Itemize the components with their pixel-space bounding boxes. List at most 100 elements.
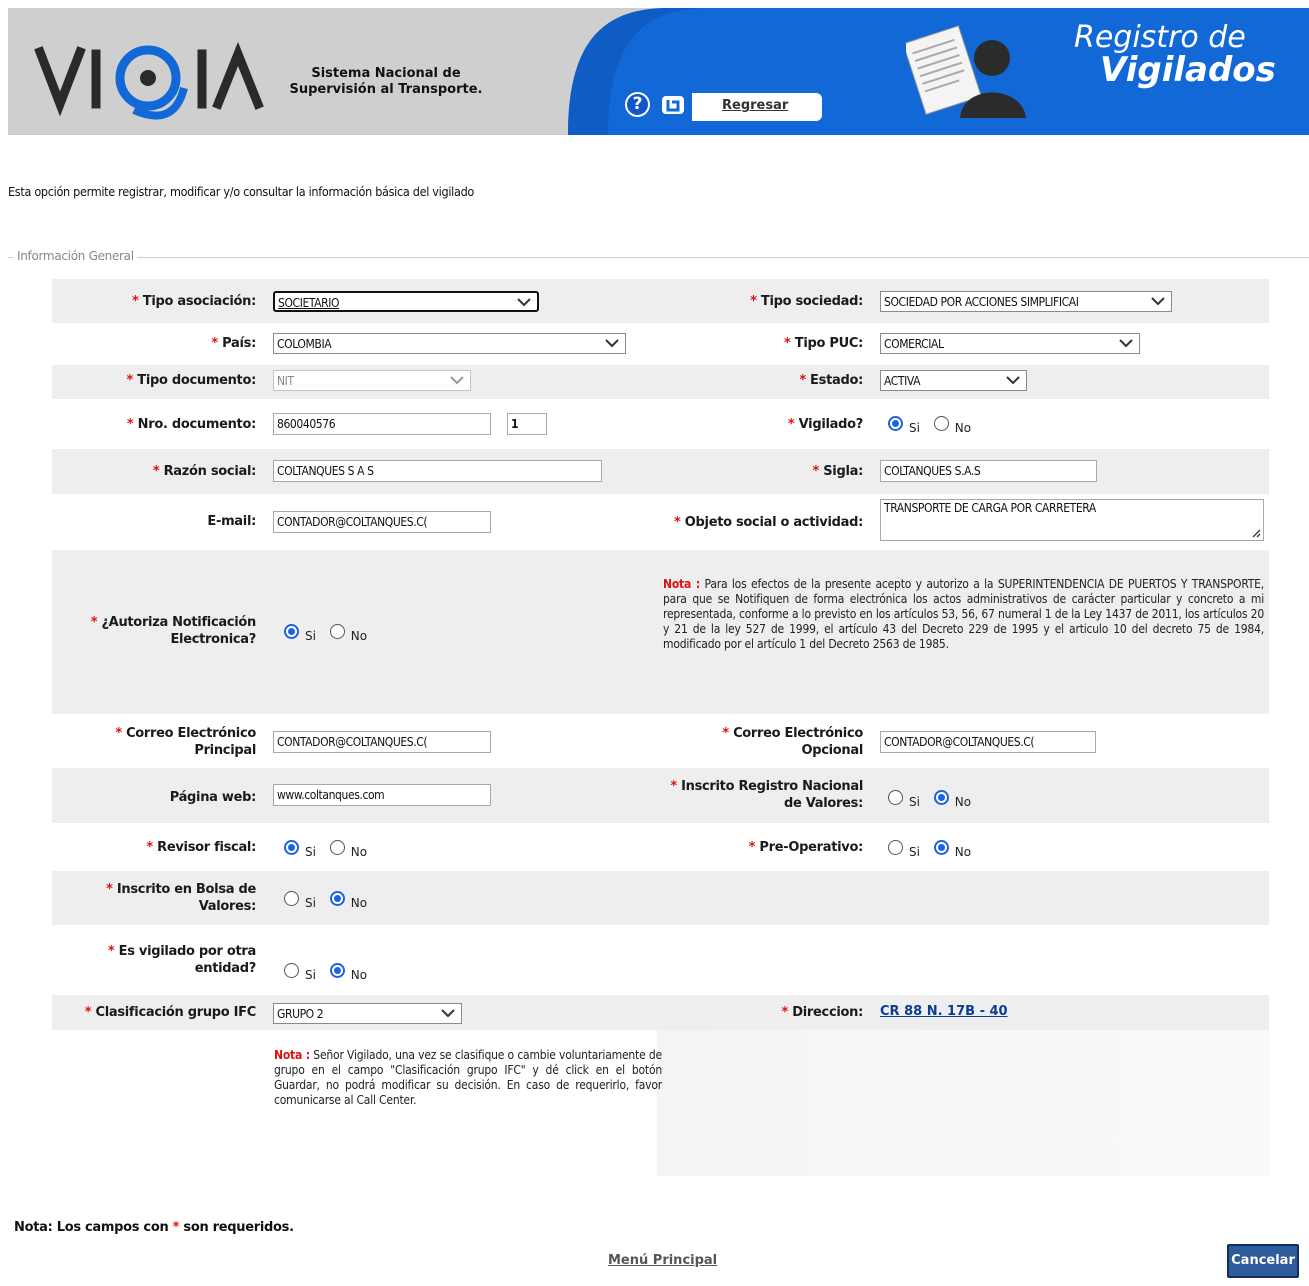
chevron-down-icon — [1006, 376, 1020, 385]
row-filler — [657, 1030, 1269, 1176]
tipo-puc-select[interactable]: COMERCIAL — [880, 333, 1140, 354]
tipo-asociacion-label: * Tipo asociación: — [132, 294, 256, 309]
form-row: * Razón social: COLTANQUES S A S * Sigla… — [52, 449, 1269, 494]
form-row: * ¿Autoriza Notificación Electronica? Si… — [52, 550, 1269, 714]
cancel-button[interactable]: Cancelar — [1227, 1244, 1299, 1278]
form-row: Página web: www.coltanques.com * Inscrit… — [52, 768, 1269, 823]
radio-label-si: Si — [305, 629, 316, 643]
chevron-down-icon — [1119, 339, 1133, 348]
grupo-ifc-select[interactable]: GRUPO 2 — [273, 1003, 462, 1024]
system-name: Sistema Nacional de Supervisión al Trans… — [289, 66, 483, 97]
bolsa-si-radio[interactable] — [284, 891, 299, 906]
fieldset-legend: Información General — [14, 249, 137, 263]
radio-label-si: Si — [305, 968, 316, 982]
registro-valores-no-radio[interactable] — [933, 790, 949, 805]
sigla-input[interactable]: COLTANQUES S.A.S — [880, 460, 1097, 482]
radio-label-si: Si — [909, 795, 920, 809]
correo-opcional-input[interactable]: CONTADOR@COLTANQUES.C( — [880, 731, 1096, 753]
autoriza-no-radio[interactable] — [329, 624, 345, 639]
correo-opcional-label: * Correo Electrónico Opcional — [722, 726, 863, 758]
pais-label: * País: — [211, 336, 256, 351]
vigia-logo — [34, 41, 264, 120]
form-row: * Tipo documento: NIT * Estado: ACTIVA — [52, 365, 1269, 399]
form-row: * Es vigilado por otra entidad? Si No — [52, 925, 1269, 995]
registro-valores-si-radio[interactable] — [888, 790, 903, 805]
revisor-no-radio[interactable] — [329, 840, 345, 855]
revisor-fiscal-label: * Revisor fiscal: — [146, 840, 256, 855]
pre-operativo-radio-group: Si No — [888, 840, 981, 860]
pagina-web-input[interactable]: www.coltanques.com — [273, 784, 491, 806]
otra-entidad-radio-group: Si No — [284, 963, 377, 983]
title-line-2: Vigilados — [1100, 50, 1276, 90]
chevron-down-icon — [450, 376, 464, 385]
digito-verificacion-input[interactable]: 1 — [507, 413, 547, 435]
otra-entidad-no-radio[interactable] — [329, 963, 345, 978]
tipo-asociacion-select[interactable]: SOCIETARIO — [273, 291, 539, 312]
form-row: * Correo Electrónico Principal CONTADOR@… — [52, 714, 1269, 768]
nro-documento-label: * Nro. documento: — [126, 417, 256, 432]
menu-principal-link[interactable]: Menú Principal — [608, 1253, 717, 1268]
help-icon[interactable]: ? — [625, 92, 650, 117]
vigilado-radio-group: Si No — [888, 416, 981, 436]
objeto-social-textarea[interactable]: TRANSPORTE DE CARGA POR CARRETERA — [880, 499, 1264, 541]
autoriza-si-radio[interactable] — [284, 624, 299, 639]
autoriza-notificacion-radio-group: Si No — [284, 624, 377, 644]
vigilado-no-radio[interactable] — [933, 416, 949, 431]
nota-ifc: Nota : Señor Vigilado, una vez se clasif… — [274, 1048, 662, 1107]
bolsa-no-radio[interactable] — [329, 891, 345, 906]
required-fields-note: Nota: Los campos con * son requeridos. — [14, 1220, 294, 1235]
radio-label-no: No — [954, 795, 972, 809]
form-row: Nota : Señor Vigilado, una vez se clasif… — [52, 1030, 1269, 1176]
radio-label-no: No — [350, 968, 368, 982]
radio-label-no: No — [350, 896, 368, 910]
radio-label-no: No — [350, 629, 368, 643]
direccion-link[interactable]: CR 88 N. 17B - 40 — [880, 1004, 1008, 1019]
autoriza-notificacion-label: * ¿Autoriza Notificación Electronica? — [90, 615, 257, 647]
chevron-down-icon — [441, 1009, 455, 1018]
objeto-social-label: * Objeto social o actividad: — [674, 515, 863, 530]
fieldset-border — [8, 257, 1309, 258]
correo-principal-input[interactable]: CONTADOR@COLTANQUES.C( — [273, 731, 491, 753]
email-input[interactable]: CONTADOR@COLTANQUES.C( — [273, 511, 491, 533]
vigilado-si-radio[interactable] — [888, 416, 903, 431]
radio-label-no: No — [350, 845, 368, 859]
vigilado-label: * Vigilado? — [787, 417, 863, 432]
resize-handle-icon[interactable] — [1251, 528, 1261, 538]
radio-label-si: Si — [305, 896, 316, 910]
page-title: Registro de Vigilados — [1074, 22, 1276, 90]
tipo-documento-label: * Tipo documento: — [126, 373, 257, 388]
pre-operativo-label: * Pre-Operativo: — [748, 840, 864, 855]
estado-select[interactable]: ACTIVA — [880, 370, 1027, 391]
form-row: * Inscrito en Bolsa de Valores: Si No — [52, 871, 1269, 925]
form-row: * Nro. documento: 860040576 1 * Vigilado… — [52, 399, 1269, 449]
form-row: * Clasificación grupo IFC GRUPO 2 * Dire… — [52, 995, 1269, 1030]
nota-notificacion: Nota : Para los efectos de la presente a… — [663, 577, 1264, 651]
return-arrow-icon[interactable] — [660, 94, 686, 116]
radio-label-no: No — [954, 845, 972, 859]
email-label: E-mail: — [207, 514, 256, 529]
grupo-ifc-label: * Clasificación grupo IFC — [84, 1005, 257, 1020]
chevron-down-icon — [1151, 295, 1165, 307]
pre-operativo-no-radio[interactable] — [933, 840, 949, 855]
razon-social-input[interactable]: COLTANQUES S A S — [273, 460, 602, 482]
chevron-down-icon — [605, 339, 619, 348]
pre-operativo-si-radio[interactable] — [888, 840, 903, 855]
form-row: E-mail: CONTADOR@COLTANQUES.C( * Objeto … — [52, 494, 1269, 550]
sigla-label: * Sigla: — [812, 464, 864, 479]
tipo-sociedad-select[interactable]: SOCIEDAD POR ACCIONES SIMPLIFICAI — [880, 291, 1172, 312]
bolsa-valores-label: * Inscrito en Bolsa de Valores: — [106, 882, 256, 914]
tipo-documento-select: NIT — [273, 370, 471, 391]
direccion-label: * Direccion: — [781, 1005, 864, 1020]
nro-documento-input[interactable]: 860040576 — [273, 413, 491, 435]
radio-label-si: Si — [909, 421, 920, 435]
return-link[interactable]: Regresar — [722, 98, 788, 113]
otra-entidad-label: * Es vigilado por otra entidad? — [107, 944, 256, 976]
revisor-si-radio[interactable] — [284, 840, 299, 855]
document-user-icon — [906, 25, 1026, 118]
otra-entidad-si-radio[interactable] — [284, 963, 299, 978]
registro-valores-radio-group: Si No — [888, 790, 981, 810]
correo-principal-label: * Correo Electrónico Principal — [115, 726, 256, 758]
form-row: * País: COLOMBIA * Tipo PUC: COMERCIAL — [52, 323, 1269, 365]
radio-label-si: Si — [909, 845, 920, 859]
pais-select[interactable]: COLOMBIA — [273, 333, 626, 354]
